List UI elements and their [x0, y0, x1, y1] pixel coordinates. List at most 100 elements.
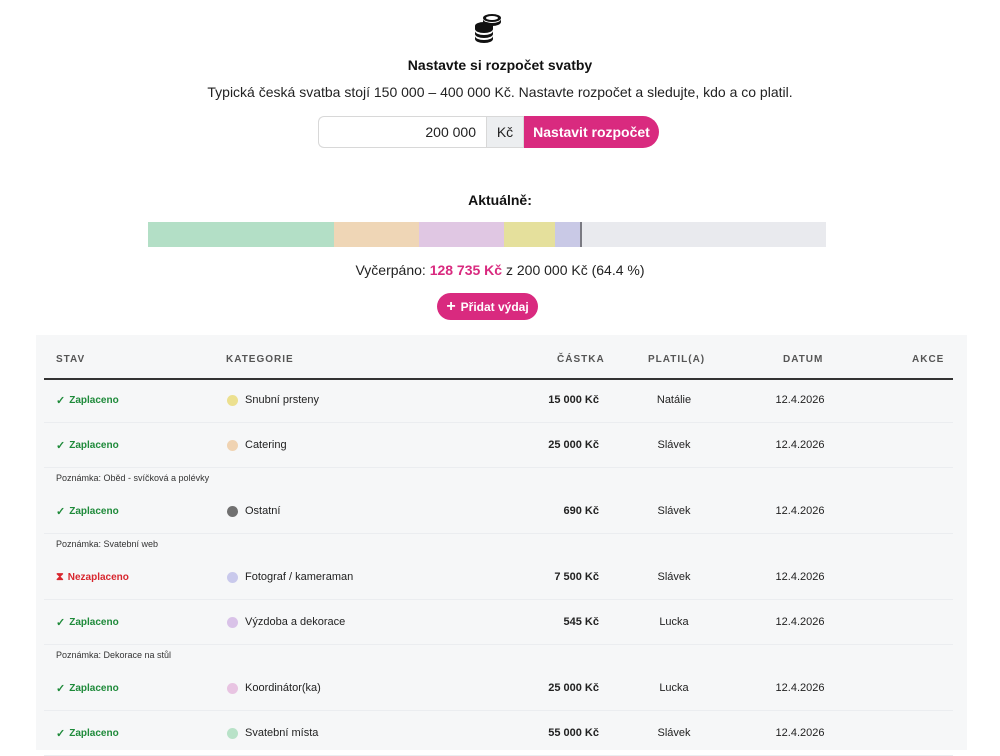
- category-color-dot: [227, 616, 238, 628]
- progress-segment: [555, 222, 580, 247]
- date-cell: 12.4.2026: [775, 682, 825, 694]
- category-cell: Fotograf / kameraman: [227, 555, 353, 599]
- stacked-coins-icon: [475, 14, 501, 43]
- header-amount: ČÁSTKA: [557, 354, 605, 365]
- table-row[interactable]: ✓ Zaplaceno Výzdoba a dekorace 545 Kč Lucka 1…: [44, 600, 953, 645]
- header-actions: AKCE: [912, 354, 945, 365]
- row-note: Poznámka: Oběd - svíčková a polévky: [56, 473, 210, 483]
- category-cell: Snubní prsteny: [227, 378, 319, 422]
- paid-by-cell: Slávek: [657, 571, 691, 583]
- check-icon: ✓: [56, 505, 66, 518]
- table-row[interactable]: ✓ Zaplaceno Koordinátor(ka) 25 000 Kč Lucka 1…: [44, 666, 953, 711]
- budget-input[interactable]: [318, 116, 486, 148]
- status-badge[interactable]: ✓ Zaplaceno: [56, 423, 119, 467]
- progress-segment: [148, 222, 334, 247]
- category-color-dot: [227, 439, 238, 451]
- page-title: Nastavte si rozpočet svatby: [407, 57, 593, 73]
- status-badge[interactable]: ✓ Zaplaceno: [56, 489, 119, 533]
- header-paid-by: PLATIL(A): [648, 354, 706, 365]
- check-icon: ✓: [56, 727, 66, 740]
- amount-cell: 55 000 Kč: [548, 727, 599, 739]
- status-label: Zaplaceno: [69, 727, 119, 739]
- category-cell: Ostatní: [227, 489, 280, 533]
- paid-by-cell: Lucka: [659, 682, 689, 694]
- category-label: Snubní prsteny: [245, 394, 319, 406]
- row-note: Poznámka: Svatební web: [56, 539, 159, 549]
- check-icon: ✓: [56, 394, 66, 407]
- amount-cell: 15 000 Kč: [548, 394, 599, 406]
- budget-form: Kč Nastavit rozpočet: [318, 116, 659, 148]
- check-icon: ✓: [56, 682, 66, 695]
- category-label: Catering: [245, 439, 287, 451]
- table-row[interactable]: ✓ Zaplaceno Snubní prsteny 15 000 Kč Natálie…: [44, 378, 953, 423]
- status-badge[interactable]: ⧗ Nezaplaceno: [56, 555, 129, 599]
- category-color-dot: [227, 682, 238, 694]
- status-label: Zaplaceno: [69, 505, 119, 517]
- amount-cell: 25 000 Kč: [548, 439, 599, 451]
- category-label: Výzdoba a dekorace: [245, 616, 346, 628]
- category-cell: Svatební místa: [227, 711, 318, 755]
- paid-by-cell: Natálie: [656, 394, 692, 406]
- check-icon: ✓: [56, 616, 66, 629]
- progress-segment: [334, 222, 419, 247]
- date-cell: 12.4.2026: [775, 727, 825, 739]
- status-badge[interactable]: ✓ Zaplaceno: [56, 600, 119, 644]
- status-badge[interactable]: ✓ Zaplaceno: [56, 666, 119, 710]
- progress-segment: [419, 222, 504, 247]
- category-color-dot: [227, 571, 238, 583]
- category-color-dot: [227, 727, 238, 739]
- plus-icon: +: [446, 297, 456, 315]
- status-badge[interactable]: ✓ Zaplaceno: [56, 711, 119, 755]
- amount-cell: 7 500 Kč: [554, 571, 599, 583]
- table-row[interactable]: ⧗ Nezaplaceno Fotograf / kameraman 7 500 Kč…: [44, 555, 953, 600]
- date-cell: 12.4.2026: [775, 616, 825, 628]
- category-cell: Catering: [227, 423, 287, 467]
- spent-amount: 128 735 Kč: [429, 262, 503, 278]
- category-color-dot: [227, 394, 238, 406]
- paid-by-cell: Slávek: [657, 727, 691, 739]
- table-row[interactable]: ✓ Zaplaceno Svatební místa 55 000 Kč Slávek 1…: [44, 711, 953, 756]
- amount-cell: 545 Kč: [563, 616, 599, 628]
- amount-cell: 25 000 Kč: [548, 682, 599, 694]
- date-cell: 12.4.2026: [775, 394, 825, 406]
- spent-summary: Vyčerpáno: 128 735 Kč z 200 000 Kč (64.4…: [0, 262, 1000, 278]
- status-label: Nezaplaceno: [67, 571, 129, 583]
- spent-label: Vyčerpáno:: [355, 262, 426, 278]
- date-cell: 12.4.2026: [775, 439, 825, 451]
- category-cell: Koordinátor(ka): [227, 666, 321, 710]
- add-expense-label: Přidat výdaj: [460, 299, 529, 314]
- header-status: STAV: [56, 354, 86, 365]
- budget-unit: Kč: [486, 116, 524, 148]
- category-label: Koordinátor(ka): [245, 682, 321, 694]
- current-heading: Aktuálně:: [468, 192, 532, 208]
- category-label: Fotograf / kameraman: [245, 571, 354, 583]
- paid-by-cell: Slávek: [657, 439, 691, 451]
- row-note: Poznámka: Dekorace na stůl: [56, 650, 172, 660]
- page-subtitle: Typická česká svatba stojí 150 000 – 400…: [207, 84, 793, 100]
- hourglass-icon: ⧗: [56, 570, 64, 583]
- status-label: Zaplaceno: [69, 394, 119, 406]
- budget-progress-bar: [148, 222, 826, 247]
- category-color-dot: [227, 505, 238, 517]
- table-row[interactable]: ✓ Zaplaceno Catering 25 000 Kč Slávek 12.4.20…: [44, 423, 953, 468]
- amount-cell: 690 Kč: [563, 505, 599, 517]
- set-budget-button[interactable]: Nastavit rozpočet: [524, 116, 659, 148]
- status-label: Zaplaceno: [69, 616, 119, 628]
- paid-by-cell: Slávek: [657, 505, 691, 517]
- progress-marker: [580, 222, 582, 247]
- status-badge[interactable]: ✓ Zaplaceno: [56, 378, 119, 422]
- status-label: Zaplaceno: [69, 439, 119, 451]
- date-cell: 12.4.2026: [775, 571, 825, 583]
- spent-of-text: z 200 000 Kč (64.4 %): [505, 262, 645, 278]
- category-cell: Výzdoba a dekorace: [227, 600, 345, 644]
- add-expense-button[interactable]: + Přidat výdaj: [437, 293, 538, 320]
- category-label: Ostatní: [245, 505, 281, 517]
- status-label: Zaplaceno: [69, 682, 119, 694]
- paid-by-cell: Lucka: [659, 616, 689, 628]
- table-row[interactable]: ✓ Zaplaceno Ostatní 690 Kč Slávek 12.4.2026: [44, 489, 953, 534]
- category-label: Svatební místa: [245, 727, 319, 739]
- check-icon: ✓: [56, 439, 66, 452]
- header-category: KATEGORIE: [226, 354, 294, 365]
- progress-segment: [504, 222, 555, 247]
- header-date: DATUM: [783, 354, 824, 365]
